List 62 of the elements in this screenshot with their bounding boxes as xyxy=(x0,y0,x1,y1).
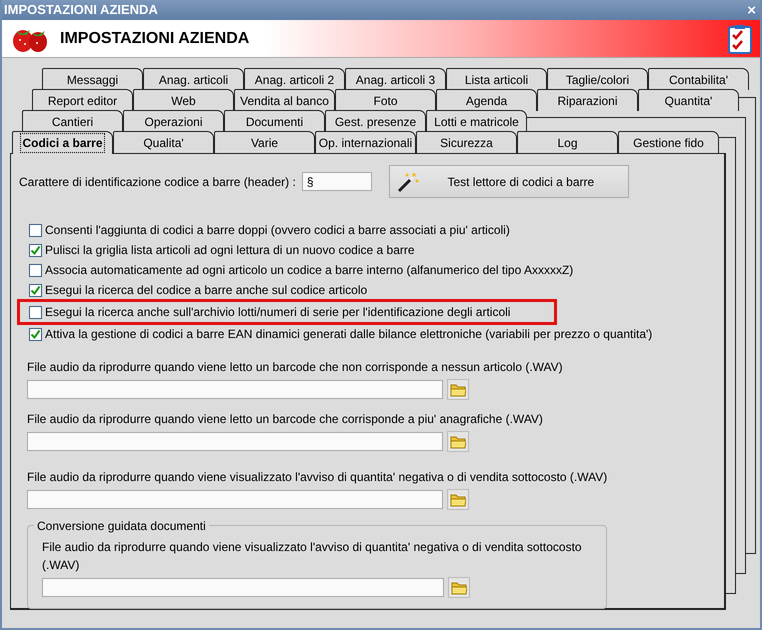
folder-icon xyxy=(450,492,466,506)
close-button[interactable]: × xyxy=(747,2,756,18)
tab[interactable]: Gest. presenze xyxy=(325,110,426,132)
browse-button[interactable] xyxy=(448,577,470,598)
tab[interactable]: Op. internazionali xyxy=(315,131,416,153)
folder-icon xyxy=(451,580,467,594)
checkbox[interactable] xyxy=(29,264,42,276)
tab[interactable]: Sicurezza xyxy=(416,131,517,153)
checkbox[interactable] xyxy=(29,328,42,340)
field-label: File audio da riprodurre quando viene visualizzato l'avviso di quantita' negativa o di vendita sottocosto (.WAV) xyxy=(27,469,608,486)
file-path-field[interactable] xyxy=(42,578,444,597)
tab[interactable]: Anag. articoli 3 xyxy=(345,68,446,90)
tab[interactable]: Cantieri xyxy=(22,110,123,132)
tab[interactable]: Varie xyxy=(214,131,315,153)
checkbox[interactable] xyxy=(29,306,42,318)
field-label: File audio da riprodurre quando viene letto un barcode che non corrisponde a nessun articolo (.WAV) xyxy=(27,359,564,376)
browse-button[interactable] xyxy=(447,489,469,510)
file-path-field[interactable] xyxy=(27,490,443,509)
tab[interactable]: Taglie/colori xyxy=(547,68,648,90)
folder-icon xyxy=(450,382,466,396)
folder-icon xyxy=(450,434,466,448)
header-char-field[interactable]: § xyxy=(302,172,372,191)
magic-wand-icon xyxy=(396,170,420,192)
tab[interactable]: Anag. articoli 2 xyxy=(244,68,345,90)
checkbox-label: Consenti l'aggiunta di codici a barre doppi (ovvero codici a barre associati a piu' articoli) xyxy=(45,222,510,239)
checkbox[interactable] xyxy=(29,284,42,296)
tab[interactable]: Web xyxy=(133,89,234,111)
checkbox-label: Pulisci la griglia lista articoli ad ogni lettura di un nuovo codice a barre xyxy=(45,242,415,259)
field-label: File audio da riprodurre quando viene letto un barcode che corrisponde a piu' anagrafiche (.WAV) xyxy=(27,411,544,428)
tab[interactable]: Documenti xyxy=(224,110,325,132)
file-path-field[interactable] xyxy=(27,380,443,399)
tab[interactable]: Gestione fido xyxy=(618,131,719,153)
checkbox-label: Esegui la ricerca anche sull'archivio lotti/numeri di serie per l'identificazione degli articoli xyxy=(45,304,510,321)
tab[interactable]: Quantita' xyxy=(638,89,739,111)
tab[interactable]: Vendita al banco xyxy=(234,89,335,111)
checkbox[interactable] xyxy=(29,244,42,256)
file-path-field[interactable] xyxy=(27,432,443,451)
tab[interactable]: Log xyxy=(517,131,618,153)
tab[interactable]: Operazioni xyxy=(123,110,224,132)
tab[interactable]: Messaggi xyxy=(42,68,143,90)
browse-button[interactable] xyxy=(447,431,469,452)
checkbox-label: Attiva la gestione di codici a barre EAN dinamici generati dalle bilance elettroniche (variabili per prezzo o quantita') xyxy=(45,326,652,343)
tab[interactable]: Contabilita' xyxy=(648,68,749,90)
checkbox-label: Esegui la ricerca del codice a barre anche sul codice articolo xyxy=(45,282,368,299)
test-reader-button[interactable]: Test lettore di codici a barre xyxy=(388,165,629,198)
tab[interactable]: Codici a barre xyxy=(12,131,113,154)
window-title: IMPOSTAZIONI AZIENDA xyxy=(4,1,158,20)
field-label: File audio da riprodurre quando viene visualizzato l'avviso di quantita' negativa o di vendita sottocosto (.WAV) xyxy=(42,539,583,574)
field-label: Carattere di identificazione codice a barre (header) : xyxy=(19,174,296,190)
tab[interactable]: Anag. articoli xyxy=(143,68,244,90)
tab[interactable]: Foto xyxy=(335,89,436,111)
browse-button[interactable] xyxy=(447,379,469,400)
tab[interactable]: Lotti e matricole xyxy=(426,110,527,132)
tab[interactable]: Report editor xyxy=(32,89,133,111)
header-title: IMPOSTAZIONI AZIENDA xyxy=(60,28,250,48)
checkbox-label: Associa automaticamente ad ogni articolo un codice a barre interno (alfanumerico del tipo AxxxxxZ) xyxy=(45,262,574,279)
checklist-icon xyxy=(728,24,752,54)
checkbox[interactable] xyxy=(29,224,42,236)
tab[interactable]: Agenda xyxy=(436,89,537,111)
tab[interactable]: Qualita' xyxy=(113,131,214,153)
tab[interactable]: Lista articoli xyxy=(446,68,547,90)
tab[interactable]: Riparazioni xyxy=(537,89,638,111)
